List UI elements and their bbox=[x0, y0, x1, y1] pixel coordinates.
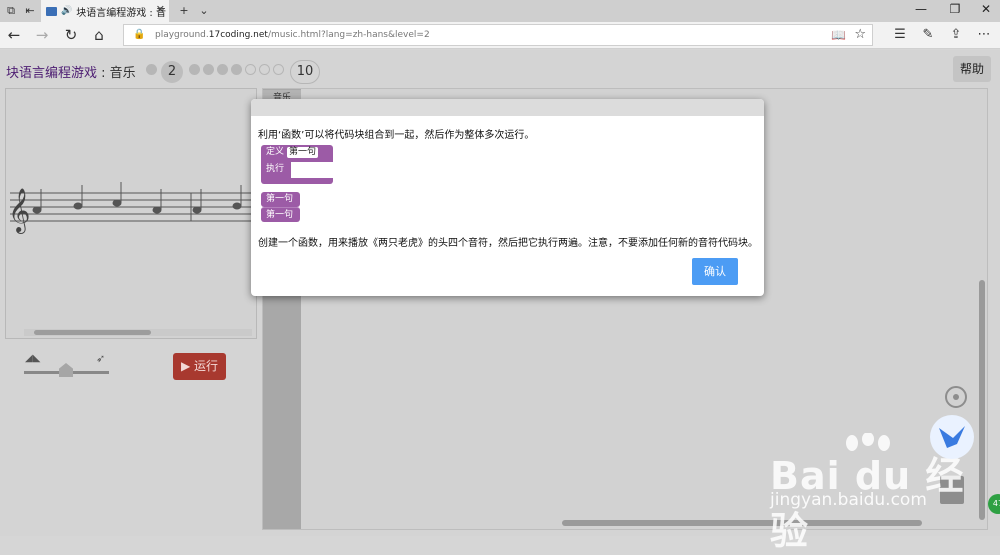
close-tab-icon[interactable]: ✕ bbox=[156, 3, 165, 16]
back-icon[interactable]: ← bbox=[3, 25, 25, 45]
confirm-button[interactable]: 确认 bbox=[692, 258, 738, 285]
notes-icon[interactable]: ✎ bbox=[917, 25, 939, 45]
music-stage: 𝄞 bbox=[5, 88, 257, 339]
reading-view-icon[interactable]: 📖 bbox=[831, 28, 846, 42]
title-main: 块语言编程游戏 bbox=[6, 66, 98, 81]
minimize-icon[interactable]: — bbox=[907, 2, 935, 16]
level-dot-4[interactable] bbox=[203, 64, 214, 75]
title-sub: : 音乐 bbox=[97, 66, 136, 81]
url-path: /music.html?lang=zh-hans&level=2 bbox=[267, 30, 430, 40]
url-prefix: playground. bbox=[155, 30, 209, 40]
function-name-field: 第一句 bbox=[287, 147, 319, 158]
level-dot-5[interactable] bbox=[217, 64, 228, 75]
tab-title: 块语言编程游戏 : 音 bbox=[76, 7, 166, 19]
level-dot-6[interactable] bbox=[231, 64, 242, 75]
close-window-icon[interactable]: ✕ bbox=[972, 2, 1000, 16]
new-tab-icon[interactable]: + bbox=[176, 3, 192, 19]
url-domain: 17coding.net bbox=[208, 30, 268, 40]
favorites-hub-icon[interactable]: ☰ bbox=[889, 25, 911, 45]
refresh-icon[interactable]: ↻ bbox=[60, 25, 82, 45]
tab-list-icon[interactable]: ⌄ bbox=[196, 3, 212, 19]
recenter-icon[interactable] bbox=[945, 386, 967, 408]
share-icon[interactable]: ⇪ bbox=[945, 25, 967, 45]
forward-icon[interactable]: → bbox=[31, 25, 53, 45]
nav-bar: ← → ↻ ⌂ 🔒 playground. 17coding.net /musi… bbox=[0, 22, 1000, 49]
lock-icon: 🔒 bbox=[133, 29, 146, 40]
address-bar[interactable]: 🔒 playground. 17coding.net /music.html?l… bbox=[123, 24, 873, 46]
level-dot-7[interactable] bbox=[245, 64, 256, 75]
execute-label: 执行 bbox=[266, 164, 285, 174]
dialog-header bbox=[251, 99, 764, 116]
call-label-1: 第一句 bbox=[266, 194, 294, 204]
staff-svg: 𝄞 bbox=[8, 182, 254, 234]
tab-actions-icon[interactable]: ⧉ bbox=[3, 3, 19, 19]
level-dot-1[interactable] bbox=[146, 64, 157, 75]
tab-back-icon[interactable]: ⇤ bbox=[22, 3, 38, 19]
fast-speed-icon: ➶ bbox=[96, 352, 106, 365]
speaker-icon[interactable]: 🔊 bbox=[61, 6, 72, 16]
tab-bar: ⧉ ⇤ 🔊 块语言编程游戏 : 音 ✕ + ⌄ — ❐ ✕ bbox=[0, 0, 1000, 22]
define-function-block: 定义 第一句 bbox=[261, 145, 333, 162]
define-label: 定义 bbox=[266, 147, 285, 157]
dialog-intro: 利用‘函数’可以将代码块组合到一起，然后作为整体多次运行。 bbox=[258, 130, 535, 141]
level-current[interactable]: 2 bbox=[161, 61, 183, 83]
speed-slider-knob[interactable] bbox=[59, 363, 73, 377]
slow-speed-icon: ◢◣ bbox=[25, 353, 41, 364]
call-label-2: 第一句 bbox=[266, 210, 294, 220]
level-last[interactable]: 10 bbox=[290, 60, 320, 84]
stage-scroll-thumb[interactable] bbox=[34, 330, 151, 335]
dialog-task: 创建一个函数，用来播放《两只老虎》的头四个音符，然后把它执行两遍。注意，不要添加… bbox=[258, 238, 758, 249]
level-dot-9[interactable] bbox=[273, 64, 284, 75]
play-icon: ▶ bbox=[180, 359, 195, 373]
call-function-block-1: 第一句 bbox=[261, 192, 300, 207]
level-dot-3[interactable] bbox=[189, 64, 200, 75]
instruction-dialog: 利用‘函数’可以将代码块组合到一起，然后作为整体多次运行。 定义 第一句 执行 第… bbox=[251, 99, 764, 296]
page-title: 块语言编程游戏 : 音乐 bbox=[6, 62, 136, 81]
define-block-footer bbox=[261, 178, 333, 184]
bird-logo-icon bbox=[930, 415, 974, 459]
watermark-url: jingyan.baidu.com bbox=[770, 490, 927, 510]
tab-current[interactable]: 🔊 块语言编程游戏 : 音 ✕ bbox=[41, 0, 169, 22]
favorite-star-icon[interactable]: ☆ bbox=[854, 27, 866, 42]
treble-clef-icon: 𝄞 bbox=[8, 188, 30, 234]
level-dot-8[interactable] bbox=[259, 64, 270, 75]
favicon-icon bbox=[46, 6, 57, 16]
run-label: 运行 bbox=[194, 359, 219, 373]
maximize-icon[interactable]: ❐ bbox=[941, 2, 969, 16]
run-button[interactable]: ▶ 运行 bbox=[173, 353, 226, 380]
more-icon[interactable]: ⋯ bbox=[973, 25, 995, 45]
call-function-block-2: 第一句 bbox=[261, 207, 300, 222]
help-button[interactable]: 帮助 bbox=[953, 56, 991, 82]
home-icon[interactable]: ⌂ bbox=[88, 25, 110, 45]
